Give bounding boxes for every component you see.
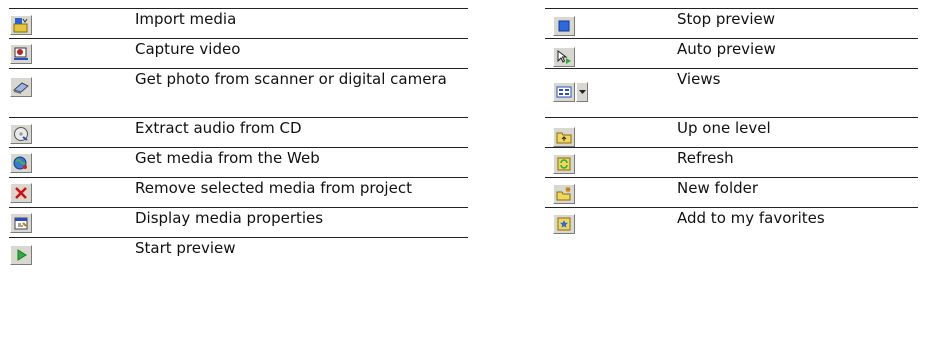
table-row: Capture video (9, 38, 468, 68)
table-row: Import media (9, 8, 468, 38)
row-label: Views (677, 70, 721, 88)
row-label: Extract audio from CD (135, 119, 302, 137)
table-row: New folder (545, 177, 918, 207)
stop-icon (553, 16, 575, 36)
table-row: Remove selected media from project (9, 177, 468, 207)
row-label: Capture video (135, 40, 241, 58)
table-row: Get photo from scanner or digital camera (9, 68, 468, 117)
table-row: Get media from the Web (9, 147, 468, 177)
auto-preview-icon (553, 47, 575, 67)
row-label: Display media properties (135, 209, 324, 227)
table-row: Extract audio from CD (9, 117, 468, 147)
web-globe-icon (10, 153, 32, 173)
scanner-camera-icon (10, 77, 32, 97)
left-icon-table: Import media Capture video Get photo fro… (9, 8, 468, 267)
properties-icon (10, 213, 32, 233)
row-label: Start preview (135, 239, 236, 257)
row-label: Import media (135, 10, 237, 28)
row-label: Stop preview (677, 10, 775, 28)
row-label: Get photo from scanner or digital camera (135, 70, 447, 88)
table-row: Add to my favorites (545, 207, 918, 237)
right-icon-table: Stop preview Auto preview Views Up one l… (545, 8, 918, 237)
row-label: New folder (677, 179, 759, 197)
cd-audio-icon (10, 124, 32, 144)
play-icon (10, 245, 32, 265)
refresh-icon (553, 154, 575, 174)
views-dropdown-icon (576, 82, 588, 102)
import-media-icon (10, 15, 32, 35)
favorites-icon (553, 214, 575, 234)
row-label: Auto preview (677, 40, 776, 58)
remove-x-icon (10, 183, 32, 203)
row-label: Up one level (677, 119, 771, 137)
table-row: Stop preview (545, 8, 918, 38)
table-row: Display media properties (9, 207, 468, 237)
row-label: Refresh (677, 149, 734, 167)
row-label: Remove selected media from project (135, 179, 412, 197)
table-row: Auto preview (545, 38, 918, 68)
table-row: Up one level (545, 117, 918, 147)
row-label: Get media from the Web (135, 149, 320, 167)
up-folder-icon (553, 127, 575, 147)
table-row: Refresh (545, 147, 918, 177)
row-label: Add to my favorites (677, 209, 825, 227)
capture-video-icon (10, 44, 32, 64)
table-row: Views (545, 68, 918, 117)
new-folder-icon (553, 184, 575, 204)
table-row: Start preview (9, 237, 468, 267)
views-icon (553, 82, 575, 102)
